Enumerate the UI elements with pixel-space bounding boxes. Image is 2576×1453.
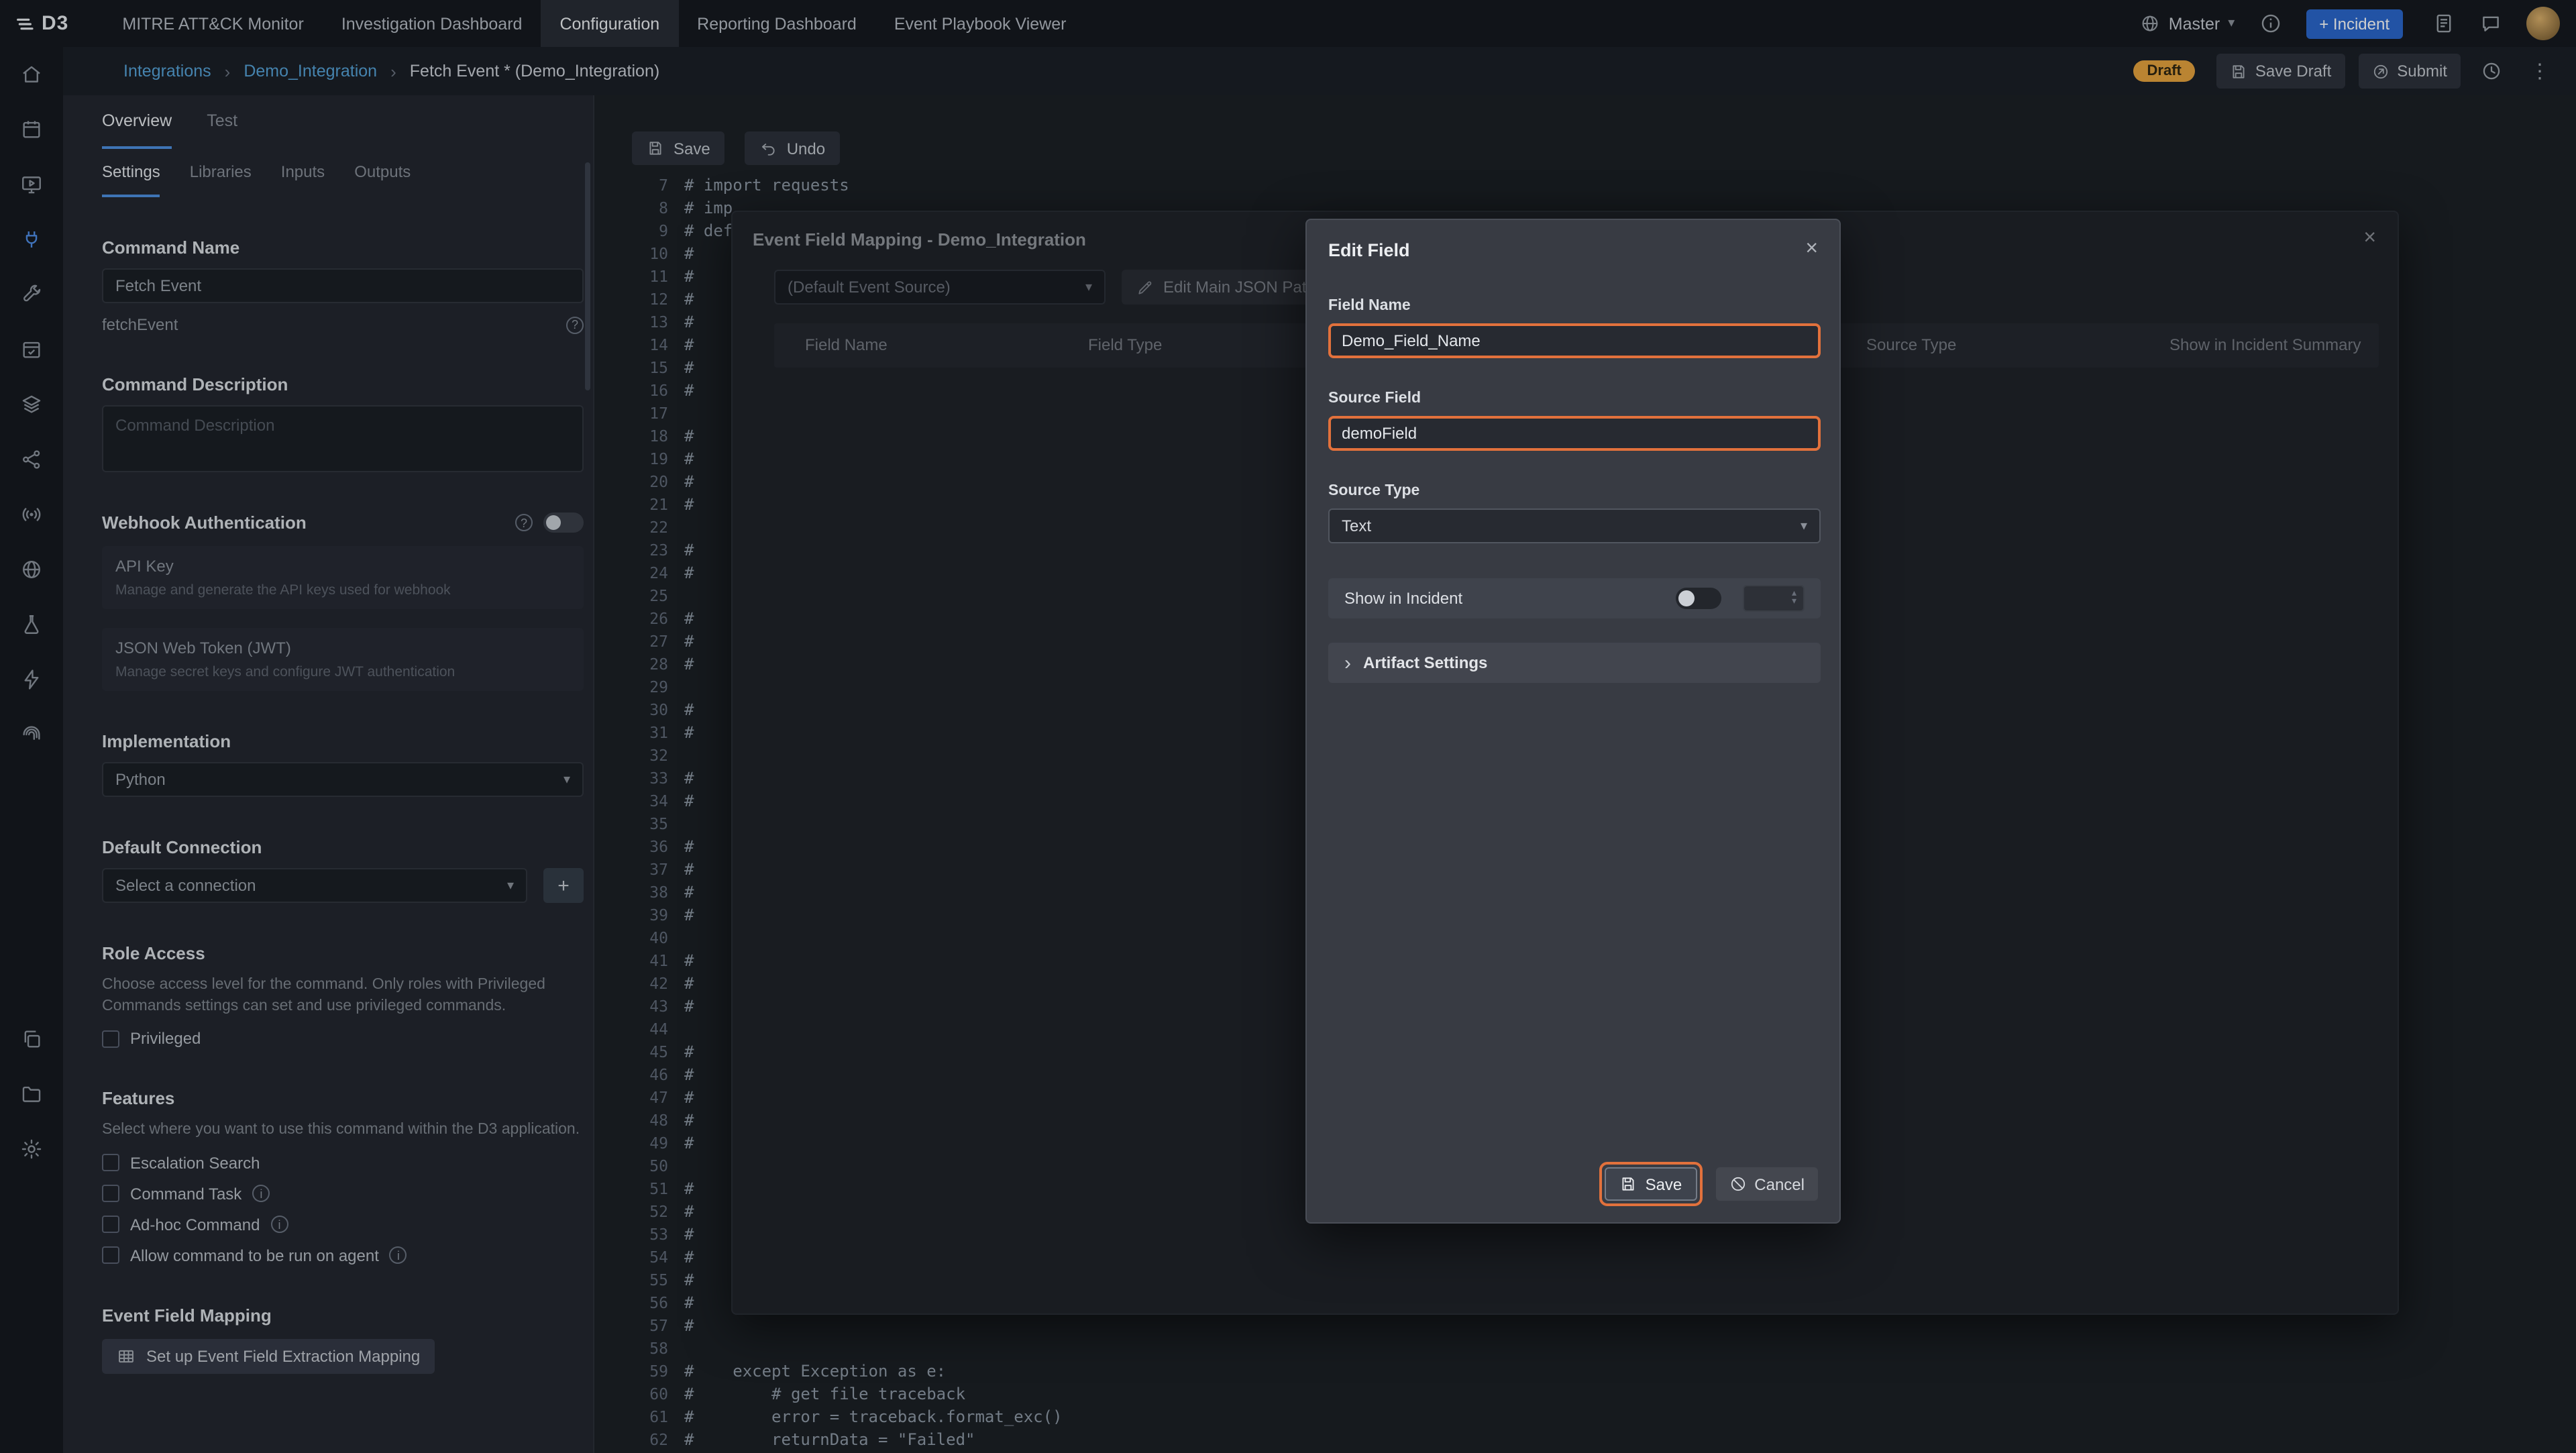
- dialog-save-label: Save: [1646, 1175, 1682, 1193]
- source-field-label: Source Field: [1328, 390, 1818, 407]
- stepper-down-icon[interactable]: ▾: [1792, 598, 1796, 606]
- show-in-incident-row: Show in Incident ▴ ▾: [1328, 578, 1821, 618]
- field-name-input[interactable]: [1328, 323, 1821, 358]
- incident-order-stepper[interactable]: ▴ ▾: [1743, 585, 1805, 612]
- save-button-highlight: Save: [1600, 1162, 1703, 1206]
- field-name-label: Field Name: [1328, 298, 1818, 314]
- save-icon: [1620, 1175, 1638, 1193]
- source-type-select[interactable]: Text ▾: [1328, 508, 1821, 543]
- dialog-save-button[interactable]: Save: [1605, 1167, 1697, 1201]
- source-field-input[interactable]: [1328, 416, 1821, 451]
- source-type-value: Text: [1342, 517, 1371, 535]
- app-root: D3 MITRE ATT&CK Monitor Investigation Da…: [0, 0, 2576, 1453]
- cancel-icon: [1729, 1175, 1746, 1193]
- edit-field-dialog: Edit Field × Field Name Source Field Sou…: [1305, 219, 1841, 1224]
- artifact-settings-label: Artifact Settings: [1363, 653, 1487, 672]
- close-icon[interactable]: ×: [1805, 239, 1818, 260]
- chevron-right-icon: ›: [1344, 653, 1351, 673]
- show-in-incident-label: Show in Incident: [1344, 589, 1462, 608]
- show-in-incident-toggle[interactable]: [1676, 588, 1721, 609]
- source-type-label: Source Type: [1328, 483, 1818, 499]
- artifact-settings-expander[interactable]: › Artifact Settings: [1328, 643, 1821, 683]
- edit-field-title: Edit Field: [1328, 239, 1410, 260]
- dialog-cancel-label: Cancel: [1754, 1175, 1805, 1193]
- chevron-down-icon: ▾: [1801, 519, 1807, 533]
- dialog-cancel-button[interactable]: Cancel: [1715, 1167, 1818, 1201]
